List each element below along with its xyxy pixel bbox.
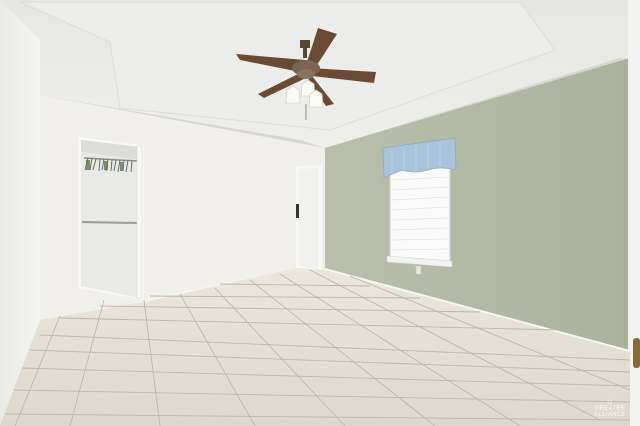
door-handle	[633, 338, 640, 368]
closet	[78, 137, 144, 300]
doorway	[296, 165, 322, 272]
room-photo	[0, 0, 640, 426]
photo-watermark: ⌂ GREATER ALLIANCE	[586, 397, 634, 419]
watermark-text: GREATER ALLIANCE	[594, 406, 626, 418]
watermark-logo-icon: ⌂	[607, 397, 613, 406]
window	[382, 137, 457, 275]
